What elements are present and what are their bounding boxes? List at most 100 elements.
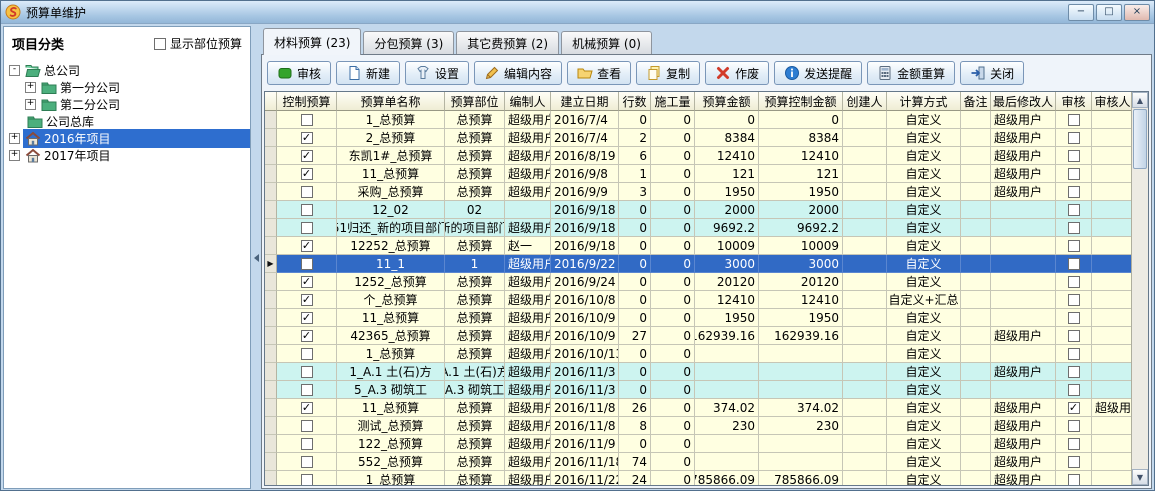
audited-checkbox[interactable] (1068, 186, 1080, 198)
audited-checkbox[interactable] (1068, 276, 1080, 288)
audited-checkbox[interactable] (1068, 312, 1080, 324)
close-tab-button[interactable]: 关闭 (960, 61, 1024, 85)
control-checkbox[interactable] (301, 150, 313, 162)
cell-audited[interactable] (1056, 399, 1092, 417)
checkbox-box-icon[interactable] (154, 38, 166, 50)
audited-checkbox[interactable] (1068, 204, 1080, 216)
column-header-date[interactable]: 建立日期 (551, 92, 619, 111)
table-row[interactable]: 东凯1#_总预算总预算超级用户2016/8/19601241012410自定义超… (265, 147, 1131, 165)
audited-checkbox[interactable] (1068, 474, 1080, 486)
copy-button[interactable]: 复制 (636, 61, 700, 85)
settings-button[interactable]: 设置 (405, 61, 469, 85)
tree-item-company-warehouse[interactable]: 公司总库 (4, 113, 250, 130)
new-button[interactable]: 新建 (336, 61, 400, 85)
cell-control[interactable] (277, 435, 337, 453)
cell-audited[interactable] (1056, 291, 1092, 309)
table-row[interactable]: 1_总预算总预算超级用户2016/10/1300自定义 (265, 345, 1131, 363)
panel-splitter[interactable] (251, 26, 261, 489)
table-row[interactable]: 51归还_新的项目部门新的项目部门超级用户2016/9/18009692.296… (265, 219, 1131, 237)
cell-control[interactable] (277, 399, 337, 417)
row-selector[interactable] (265, 453, 277, 471)
column-header-name[interactable]: 预算单名称 (337, 92, 445, 111)
row-selector[interactable] (265, 471, 277, 486)
cell-control[interactable] (277, 381, 337, 399)
column-header-remark[interactable]: 备注 (961, 92, 991, 111)
control-checkbox[interactable] (301, 186, 313, 198)
tree-item-2017-projects-body[interactable]: 2017年项目 (23, 146, 250, 165)
cell-control[interactable] (277, 309, 337, 327)
control-checkbox[interactable] (301, 204, 313, 216)
scroll-down-icon[interactable]: ▼ (1132, 469, 1148, 485)
column-header-compiler[interactable]: 编制人 (505, 92, 551, 111)
tab-other-fee-budget[interactable]: 其它费预算 (2) (456, 31, 559, 54)
audit-button[interactable]: 审核 (267, 61, 331, 85)
tab-material-budget[interactable]: 材料预算 (23) (263, 28, 361, 55)
cell-audited[interactable] (1056, 165, 1092, 183)
minimize-button[interactable]: − (1068, 4, 1094, 21)
cell-audited[interactable] (1056, 183, 1092, 201)
cell-control[interactable] (277, 111, 337, 129)
cell-audited[interactable] (1056, 129, 1092, 147)
row-selector[interactable] (265, 327, 277, 345)
control-checkbox[interactable] (301, 114, 313, 126)
row-selector[interactable] (265, 345, 277, 363)
control-checkbox[interactable] (301, 312, 313, 324)
cell-audited[interactable] (1056, 255, 1092, 273)
column-header-lines[interactable]: 行数 (619, 92, 651, 111)
column-header-quantity[interactable]: 施工量 (651, 92, 695, 111)
tree-item-branch-2[interactable]: +第二分公司 (4, 96, 250, 113)
control-checkbox[interactable] (301, 438, 313, 450)
row-selector[interactable] (265, 111, 277, 129)
cell-control[interactable] (277, 291, 337, 309)
row-selector[interactable] (265, 147, 277, 165)
cell-control[interactable] (277, 129, 337, 147)
audited-checkbox[interactable] (1068, 402, 1080, 414)
cell-audited[interactable] (1056, 237, 1092, 255)
table-row[interactable]: 1_总预算总预算超级用户2016/7/40000自定义超级用户 (265, 111, 1131, 129)
audited-checkbox[interactable] (1068, 150, 1080, 162)
cell-audited[interactable] (1056, 147, 1092, 165)
audited-checkbox[interactable] (1068, 294, 1080, 306)
cell-control[interactable] (277, 147, 337, 165)
column-header-part[interactable]: 预算部位 (445, 92, 505, 111)
cell-audited[interactable] (1056, 471, 1092, 486)
audited-checkbox[interactable] (1068, 366, 1080, 378)
table-row[interactable]: 122_总预算总预算超级用户2016/11/900自定义超级用户 (265, 435, 1131, 453)
cell-control[interactable] (277, 417, 337, 435)
cell-audited[interactable] (1056, 345, 1092, 363)
tree-item-branch-1[interactable]: +第一分公司 (4, 79, 250, 96)
cell-control[interactable] (277, 237, 337, 255)
audited-checkbox[interactable] (1068, 132, 1080, 144)
cell-audited[interactable] (1056, 327, 1092, 345)
current-row-marker[interactable]: ▶ (265, 255, 277, 273)
table-row[interactable]: 552_总预算总预算超级用户2016/11/18740自定义超级用户 (265, 453, 1131, 471)
control-checkbox[interactable] (301, 294, 313, 306)
table-row[interactable]: 11_总预算总预算超级用户2016/10/90019501950自定义 (265, 309, 1131, 327)
cell-audited[interactable] (1056, 435, 1092, 453)
cell-control[interactable] (277, 363, 337, 381)
column-header-audited[interactable]: 审核 (1056, 92, 1092, 111)
cell-control[interactable] (277, 273, 337, 291)
audited-checkbox[interactable] (1068, 348, 1080, 360)
cell-control[interactable] (277, 219, 337, 237)
cell-audited[interactable] (1056, 111, 1092, 129)
tree-item-2016-projects[interactable]: +2016年项目 (4, 130, 250, 147)
row-selector[interactable] (265, 291, 277, 309)
audited-checkbox[interactable] (1068, 168, 1080, 180)
table-row[interactable]: 1252_总预算总预算超级用户2016/9/24002012020120自定义 (265, 273, 1131, 291)
show-part-budget-checkbox[interactable]: 显示部位预算 (154, 35, 242, 52)
column-header-creator[interactable]: 创建人 (843, 92, 887, 111)
table-row[interactable]: 11_总预算总预算超级用户2016/11/8260374.02374.02自定义… (265, 399, 1131, 417)
audited-checkbox[interactable] (1068, 420, 1080, 432)
row-selector[interactable] (265, 273, 277, 291)
tree-item-head-office[interactable]: -总公司 (4, 62, 250, 79)
column-header-control[interactable]: 控制预算 (277, 92, 337, 111)
control-checkbox[interactable] (301, 222, 313, 234)
cell-audited[interactable] (1056, 309, 1092, 327)
row-selector[interactable] (265, 363, 277, 381)
control-checkbox[interactable] (301, 240, 313, 252)
cell-audited[interactable] (1056, 273, 1092, 291)
row-selector[interactable] (265, 435, 277, 453)
audited-checkbox[interactable] (1068, 456, 1080, 468)
control-checkbox[interactable] (301, 348, 313, 360)
